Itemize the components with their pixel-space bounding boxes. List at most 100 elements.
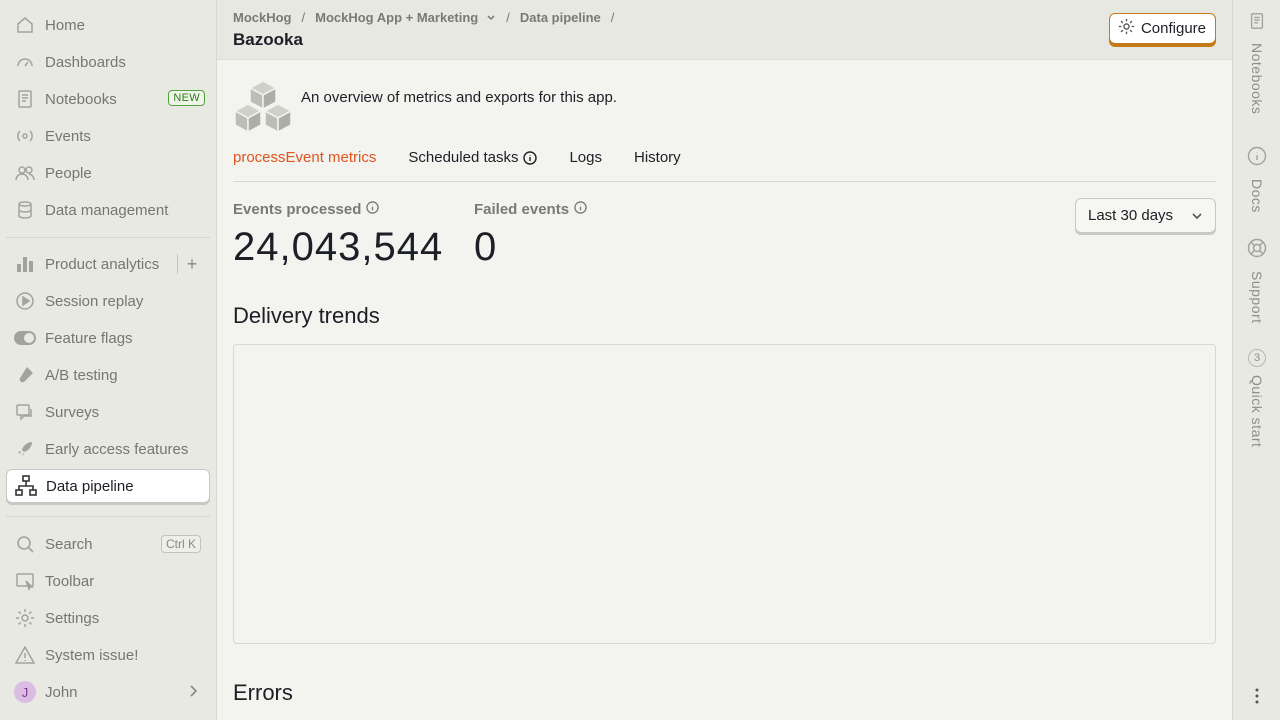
sidebar-item-label: Toolbar [45, 572, 95, 590]
notebook-icon [14, 88, 36, 110]
new-badge: NEW [168, 90, 205, 106]
sidebar-item-product-analytics[interactable]: Product analytics + [6, 247, 210, 281]
sidebar-item-label: A/B testing [45, 366, 118, 384]
gear-icon [14, 607, 36, 629]
info-icon[interactable] [574, 201, 587, 218]
divider [177, 254, 178, 274]
sidebar-item-label: Feature flags [45, 329, 133, 347]
rail-label: Notebooks [1249, 43, 1265, 115]
app-description: An overview of metrics and exports for t… [301, 89, 617, 106]
side-panel-rail: Notebooks Docs Support 3 Quick start [1232, 0, 1280, 720]
sidebar-item-label: Notebooks [45, 90, 117, 108]
date-range-select[interactable]: Last 30 days [1075, 198, 1216, 233]
sidebar-item-label: Search [45, 535, 93, 553]
pipeline-icon [15, 475, 37, 497]
more-vertical-icon[interactable] [1255, 688, 1259, 704]
sidebar-item-system-issue[interactable]: System issue! [6, 638, 210, 672]
people-icon [14, 162, 36, 184]
breadcrumb: MockHog / MockHog App + Marketing / Data… [233, 10, 616, 25]
sidebar-item-people[interactable]: People [6, 156, 210, 190]
sidebar: Home Dashboards Notebooks NEW Events Peo… [0, 0, 217, 720]
delivery-trends-chart [233, 344, 1216, 644]
rail-notebooks[interactable]: Notebooks [1233, 12, 1280, 114]
sidebar-divider [6, 237, 210, 238]
breadcrumb-separator: / [506, 10, 510, 25]
info-icon [523, 151, 538, 169]
chevron-right-icon [188, 684, 198, 702]
events-processed-label: Events processed [233, 201, 380, 218]
sidebar-item-session-replay[interactable]: Session replay [6, 284, 210, 318]
sidebar-item-surveys[interactable]: Surveys [6, 395, 210, 429]
gear-icon [1118, 18, 1135, 39]
sidebar-item-label: People [45, 164, 92, 182]
sidebar-item-label: Settings [45, 609, 100, 627]
tab-processevent-metrics[interactable]: processEvent metrics [233, 149, 376, 181]
sidebar-item-data-management[interactable]: Data management [6, 193, 210, 227]
warning-icon [14, 644, 36, 666]
tab-bar: processEvent metrics Scheduled tasks Log… [233, 149, 1216, 182]
avatar-wrapper: J [14, 681, 36, 703]
date-range-value: Last 30 days [1088, 207, 1174, 224]
rail-label: Support [1249, 271, 1265, 324]
page-title: Bazooka [233, 30, 303, 49]
configure-button[interactable]: Configure [1108, 13, 1216, 44]
sidebar-item-search[interactable]: Search Ctrl K [6, 527, 210, 561]
sidebar-item-events[interactable]: Events [6, 119, 210, 153]
sidebar-item-label: Dashboards [45, 53, 126, 71]
metric-label-text: Failed events [474, 201, 570, 218]
sidebar-item-label: Surveys [45, 403, 100, 421]
sidebar-divider [6, 516, 210, 517]
chevron-down-icon [1191, 207, 1203, 224]
quick-start-count: 3 [1248, 349, 1266, 367]
failed-events-value: 0 [474, 225, 498, 269]
delivery-trends-title: Delivery trends [233, 303, 380, 328]
tab-label: Logs [569, 149, 602, 166]
replay-icon [14, 290, 36, 312]
sidebar-item-label: Data pipeline [46, 477, 134, 495]
sidebar-item-settings[interactable]: Settings [6, 601, 210, 635]
sidebar-item-home[interactable]: Home [6, 8, 210, 42]
sidebar-item-dashboards[interactable]: Dashboards [6, 45, 210, 79]
sidebar-item-label: John [45, 683, 78, 701]
sidebar-item-label: Data management [45, 201, 169, 219]
info-icon[interactable] [366, 201, 380, 218]
tab-scheduled-tasks[interactable]: Scheduled tasks [408, 149, 538, 181]
sidebar-item-data-pipeline[interactable]: Data pipeline [6, 469, 210, 503]
sidebar-item-account[interactable]: J John [6, 675, 210, 709]
rail-docs[interactable]: Docs [1233, 146, 1280, 213]
tab-label: History [634, 149, 681, 166]
breadcrumb-item[interactable]: MockHog [233, 10, 292, 25]
database-icon [14, 199, 36, 221]
sidebar-item-early-access[interactable]: Early access features [6, 432, 210, 466]
sidebar-item-toolbar[interactable]: Toolbar [6, 564, 210, 598]
sidebar-item-feature-flags[interactable]: Feature flags [6, 321, 210, 355]
flask-icon [14, 364, 36, 386]
bar-chart-icon [14, 253, 36, 275]
tab-logs[interactable]: Logs [569, 149, 602, 181]
sidebar-item-ab-testing[interactable]: A/B testing [6, 358, 210, 392]
sidebar-item-label: Events [45, 127, 91, 145]
add-insight-button[interactable]: + [182, 254, 202, 274]
toggle-icon [14, 327, 36, 349]
avatar: J [14, 681, 36, 703]
tab-label: Scheduled tasks [408, 149, 519, 166]
breadcrumb-item[interactable]: MockHog App + Marketing [315, 10, 478, 25]
sidebar-item-notebooks[interactable]: Notebooks NEW [6, 82, 210, 116]
home-icon [14, 14, 36, 36]
breadcrumb-item[interactable]: Data pipeline [520, 10, 601, 25]
rail-quick-start[interactable]: 3 Quick start [1233, 349, 1280, 447]
rail-support[interactable]: Support [1233, 238, 1280, 324]
survey-icon [14, 401, 36, 423]
page-header: MockHog / MockHog App + Marketing / Data… [217, 0, 1232, 60]
rocket-icon [14, 438, 36, 460]
sidebar-item-label: Home [45, 16, 86, 34]
failed-events-label: Failed events [474, 201, 587, 218]
tab-history[interactable]: History [634, 149, 681, 181]
toolbar-icon [14, 570, 36, 592]
chevron-down-icon[interactable] [486, 10, 496, 25]
events-icon [14, 125, 36, 147]
tab-label: processEvent metrics [233, 149, 377, 166]
rail-label: Quick start [1249, 375, 1265, 448]
dashboard-icon [14, 51, 36, 73]
events-processed-value: 24,043,544 [233, 225, 444, 269]
